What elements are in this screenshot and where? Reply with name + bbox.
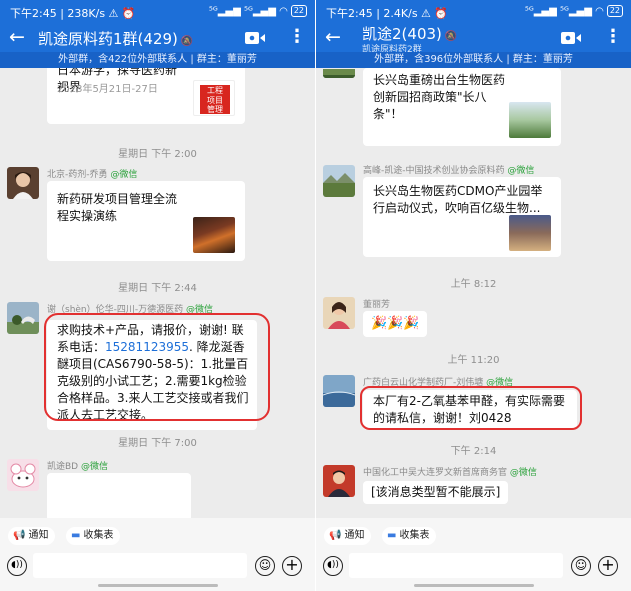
home-indicator xyxy=(98,584,218,587)
avatar[interactable] xyxy=(323,165,355,197)
message-bubble[interactable] xyxy=(47,473,191,518)
avatar[interactable] xyxy=(323,297,355,329)
card-title: 长兴岛生物医药CDMO产业园举行启动仪式，吹响百亿级生物... xyxy=(373,184,543,215)
status-signal: ⁵ᴳ▂▄▆ ⁵ᴳ▂▄▆ ◠ 22 xyxy=(209,5,307,17)
avatar[interactable] xyxy=(323,68,355,78)
more-icon: ⋮ xyxy=(604,26,622,47)
link-card[interactable]: 新药研发项目管理全流程实操演练 xyxy=(47,181,245,261)
input-area: 📢 通知 ▬ 收集表 ◖)) ☺ + xyxy=(316,518,631,591)
card-thumbnail xyxy=(509,215,551,251)
sender-name: 北京-药剂-乔勇 @微信 xyxy=(47,170,138,180)
time-separator: 上午 11:20 xyxy=(447,355,500,366)
card-title: 新药研发项目管理全流程实操演练 xyxy=(57,192,178,223)
message-input[interactable] xyxy=(33,553,247,578)
smiley-icon: ☺ xyxy=(574,558,588,572)
chat-title: 凯途原料药1群(429) 🔕 xyxy=(38,28,193,49)
back-arrow-icon: ← xyxy=(325,26,341,48)
time-separator: 上午 8:12 xyxy=(450,279,497,290)
more-actions-button[interactable]: + xyxy=(598,556,618,576)
card-thumbnail: 工程 项目 管理 xyxy=(193,80,235,116)
sender-name: 中国化工中吴大连罗文新首席商务官 @微信 xyxy=(363,468,537,478)
card-date: 2023年5月21日-27日 xyxy=(57,84,158,95)
header: 下午2:45 | 2.4K/s ⚠ ⏰ ⁵ᴳ▂▄▆ ⁵ᴳ▂▄▆ ◠ 22 ← 凯途… xyxy=(316,0,631,68)
more-actions-button[interactable]: + xyxy=(282,556,302,576)
more-icon: ⋮ xyxy=(288,26,306,47)
voice-icon: ◖)) xyxy=(11,560,23,570)
video-call-button[interactable] xyxy=(560,30,582,46)
message-list[interactable]: 日本游学，探寻医药新视界 2023年5月21日-27日 工程 项目 管理 星期日… xyxy=(0,68,315,518)
chat-title-text: 凯途原料药1群(429) xyxy=(38,30,178,48)
plus-icon: + xyxy=(601,555,615,574)
notice-shortcut[interactable]: 📢 通知 xyxy=(324,527,372,545)
back-arrow-icon: ← xyxy=(9,26,25,48)
plus-icon: + xyxy=(285,555,299,574)
battery-icon: 22 xyxy=(290,5,307,17)
notice-shortcut[interactable]: 📢 通知 xyxy=(8,527,56,545)
status-bar: 下午2:45 | 238K/s ⚠ ⏰ ⁵ᴳ▂▄▆ ⁵ᴳ▂▄▆ ◠ 22 xyxy=(0,0,315,24)
time-separator: 下午 2:14 xyxy=(450,446,497,457)
card-title: 长兴岛重磅出台生物医药创新园招商政策"长八条"！ xyxy=(373,73,506,121)
sender-name: 董丽芳 xyxy=(363,300,391,310)
sender-name: 高峰-凯途-中国技术创业协会原料药 @微信 xyxy=(363,166,535,176)
emoji-button[interactable]: ☺ xyxy=(255,556,275,576)
message-input[interactable] xyxy=(349,553,563,578)
card-thumbnail xyxy=(193,217,235,253)
group-notice-bar: 外部群，含422位外部联系人 | 群主：董丽芳 xyxy=(0,52,315,68)
status-time: 下午2:45 | 238K/s ⚠ ⏰ xyxy=(10,7,136,20)
form-icon: ▬ xyxy=(387,530,397,541)
avatar[interactable] xyxy=(7,167,39,199)
chat-title: 凯途2(403) 🔕 xyxy=(362,23,457,44)
signal-icon: ⁵ᴳ▂▄▆ ⁵ᴳ▂▄▆ ◠ xyxy=(208,6,288,17)
signal-icon: ⁵ᴳ▂▄▆ ⁵ᴳ▂▄▆ ◠ xyxy=(524,6,604,17)
status-signal: ⁵ᴳ▂▄▆ ⁵ᴳ▂▄▆ ◠ 22 xyxy=(525,5,623,17)
time-separator: 星期日 下午 2:00 xyxy=(118,149,197,160)
back-button[interactable]: ← xyxy=(6,27,28,49)
message-list[interactable]: 长兴岛重磅出台生物医药创新园招商政策"长八条"！ 高峰-凯途-中国技术创业协会原… xyxy=(316,68,631,518)
avatar[interactable] xyxy=(323,375,355,407)
emoji-button[interactable]: ☺ xyxy=(571,556,591,576)
status-time: 下午2:45 | 2.4K/s ⚠ ⏰ xyxy=(326,7,449,20)
time-separator: 星期日 下午 2:44 xyxy=(118,283,197,294)
megaphone-icon: 📢 xyxy=(329,530,342,541)
form-icon: ▬ xyxy=(71,530,81,541)
voice-button[interactable]: ◖)) xyxy=(7,556,27,576)
avatar[interactable] xyxy=(7,302,39,334)
input-area: 📢 通知 ▬ 收集表 ◖)) ☺ + xyxy=(0,518,315,591)
link-card[interactable]: 日本游学，探寻医药新视界 2023年5月21日-27日 工程 项目 管理 xyxy=(47,68,245,124)
megaphone-icon: 📢 xyxy=(13,530,26,541)
message-bubble[interactable]: 🎉🎉🎉 xyxy=(363,311,427,337)
time-separator: 星期日 下午 7:00 xyxy=(118,438,197,449)
battery-icon: 22 xyxy=(606,5,623,17)
highlight-annotation xyxy=(360,386,582,430)
highlight-annotation xyxy=(44,313,270,421)
link-card[interactable]: 长兴岛重磅出台生物医药创新园招商政策"长八条"！ xyxy=(363,68,561,146)
link-card[interactable]: 长兴岛生物医药CDMO产业园举行启动仪式，吹响百亿级生物... xyxy=(363,177,561,257)
header: 下午2:45 | 238K/s ⚠ ⏰ ⁵ᴳ▂▄▆ ⁵ᴳ▂▄▆ ◠ 22 ← 凯途… xyxy=(0,0,315,68)
thumbnail-badge: 工程 项目 管理 xyxy=(200,85,230,114)
video-call-button[interactable] xyxy=(244,30,266,46)
collect-form-shortcut[interactable]: ▬ 收集表 xyxy=(382,527,437,545)
message-bubble[interactable]: [该消息类型暂不能展示] xyxy=(363,481,509,504)
sender-name: 凯途BD @微信 xyxy=(47,462,108,472)
more-options-button[interactable]: ⋮ xyxy=(604,26,622,47)
back-button[interactable]: ← xyxy=(322,27,344,49)
smiley-icon: ☺ xyxy=(258,558,272,572)
mute-icon: 🔕 xyxy=(180,36,194,47)
status-bar: 下午2:45 | 2.4K/s ⚠ ⏰ ⁵ᴳ▂▄▆ ⁵ᴳ▂▄▆ ◠ 22 xyxy=(316,0,631,24)
card-thumbnail xyxy=(509,102,551,138)
voice-button[interactable]: ◖)) xyxy=(323,556,343,576)
voice-icon: ◖)) xyxy=(327,560,339,570)
chat-window-right: 下午2:45 | 2.4K/s ⚠ ⏰ ⁵ᴳ▂▄▆ ⁵ᴳ▂▄▆ ◠ 22 ← 凯途… xyxy=(316,0,631,591)
chat-window-left: 下午2:45 | 238K/s ⚠ ⏰ ⁵ᴳ▂▄▆ ⁵ᴳ▂▄▆ ◠ 22 ← 凯途… xyxy=(0,0,315,591)
home-indicator xyxy=(414,584,534,587)
more-options-button[interactable]: ⋮ xyxy=(288,26,306,47)
mute-icon: 🔕 xyxy=(444,31,458,42)
collect-form-shortcut[interactable]: ▬ 收集表 xyxy=(66,527,121,545)
chat-title-text: 凯途2(403) xyxy=(362,25,442,43)
avatar[interactable] xyxy=(7,459,39,491)
avatar[interactable] xyxy=(323,465,355,497)
group-notice-bar: 外部群，含396位外部联系人 | 群主：董丽芳 xyxy=(316,52,631,68)
